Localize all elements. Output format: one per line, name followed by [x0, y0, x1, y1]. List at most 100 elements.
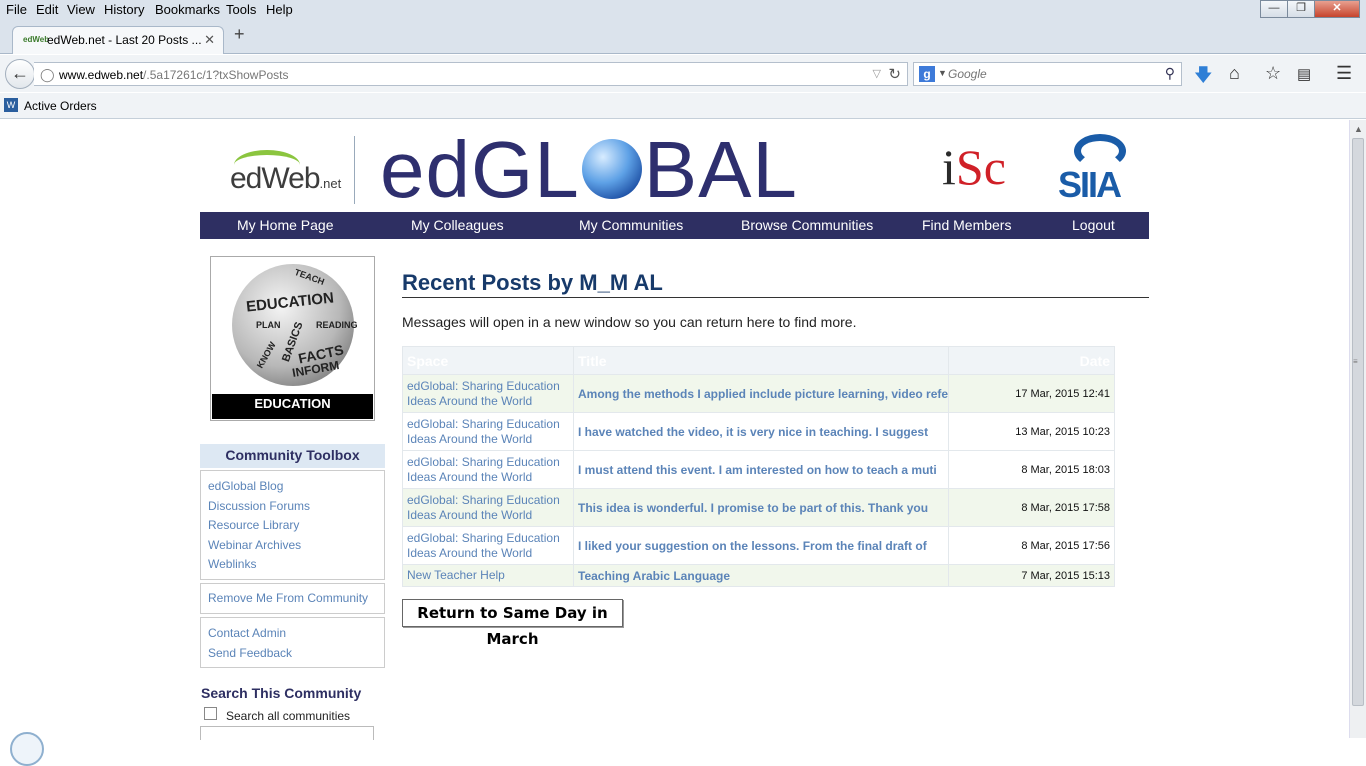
- nav-browse-communities[interactable]: Browse Communities: [741, 217, 873, 233]
- scrollbar-thumb[interactable]: [1352, 138, 1364, 706]
- back-arrow-icon[interactable]: ←: [5, 59, 35, 89]
- link-resource-library[interactable]: Resource Library: [208, 516, 384, 536]
- vertical-scrollbar[interactable]: ▲ ≡: [1349, 120, 1366, 738]
- link-weblinks[interactable]: Weblinks: [208, 555, 384, 575]
- post-date: 7 Mar, 2015 15:13: [948, 564, 1115, 587]
- column-header-title[interactable]: Title: [572, 346, 950, 375]
- page-note: Messages will open in a new window so yo…: [402, 314, 857, 330]
- table-header-row: Space Title Date: [402, 346, 1115, 375]
- search-all-label: Search all communities: [226, 709, 351, 723]
- post-title-link[interactable]: I have watched the video, it is very nic…: [572, 412, 950, 451]
- home-icon[interactable]: ⌂: [1229, 63, 1240, 84]
- siia-logo-text: SIIA: [1058, 164, 1122, 205]
- menu-bar: File Edit View History Bookmarks Tools H…: [0, 0, 1366, 22]
- menu-edit[interactable]: Edit: [36, 2, 58, 17]
- post-title-link[interactable]: This idea is wonderful. I promise to be …: [572, 488, 950, 527]
- post-space-link[interactable]: New Teacher Help: [402, 564, 574, 587]
- menu-bookmarks[interactable]: Bookmarks: [155, 2, 220, 17]
- reading-list-icon[interactable]: ▤: [1297, 65, 1311, 83]
- link-contact-admin[interactable]: Contact Admin: [208, 624, 384, 644]
- post-date: 17 Mar, 2015 12:41: [948, 374, 1115, 413]
- toolbox-contact: Contact Admin Send Feedback: [200, 617, 385, 668]
- siia-logo[interactable]: SIIA: [1058, 134, 1130, 205]
- bookmark-star-icon[interactable]: ☆: [1265, 63, 1281, 84]
- minimize-icon[interactable]: —: [1260, 0, 1288, 18]
- nav-logout[interactable]: Logout: [1072, 217, 1115, 233]
- search-community-title: Search This Community: [201, 685, 362, 701]
- toolbox-remove: Remove Me From Community: [200, 583, 385, 614]
- post-space-link[interactable]: edGlobal: Sharing Education Ideas Around…: [402, 526, 574, 565]
- post-title-link[interactable]: Teaching Arabic Language: [572, 564, 950, 587]
- post-date: 8 Mar, 2015 18:03: [948, 450, 1115, 489]
- posts-table: Space Title Date edGlobal: Sharing Educa…: [402, 346, 1115, 587]
- reload-icon[interactable]: ↻: [888, 65, 901, 83]
- link-remove-me[interactable]: Remove Me From Community: [208, 589, 384, 609]
- globe-icon: [581, 139, 642, 199]
- nav-find-members[interactable]: Find Members: [922, 217, 1011, 233]
- bookmarks-bar: W Active Orders: [0, 93, 1366, 119]
- link-discussion-forums[interactable]: Discussion Forums: [208, 497, 384, 517]
- link-webinar-archives[interactable]: Webinar Archives: [208, 536, 384, 556]
- post-space-link[interactable]: edGlobal: Sharing Education Ideas Around…: [402, 450, 574, 489]
- logo-divider: [354, 136, 355, 204]
- post-title-link[interactable]: Among the methods I applied include pict…: [572, 374, 950, 413]
- url-dropdown-icon[interactable]: ▽: [873, 67, 881, 80]
- nav-my-communities[interactable]: My Communities: [579, 217, 683, 233]
- table-row: edGlobal: Sharing Education Ideas Around…: [402, 488, 1115, 527]
- isc-logo-s: S: [955, 139, 984, 195]
- isc-logo-i: i: [942, 139, 956, 195]
- page-title: Recent Posts by M_M AL: [402, 270, 1149, 298]
- table-row: edGlobal: Sharing Education Ideas Around…: [402, 412, 1115, 451]
- hamburger-menu-icon[interactable]: ☰: [1336, 63, 1352, 84]
- profile-image-frame[interactable]: EDUCATION FACTS INFORM BASICS READING PL…: [210, 256, 375, 421]
- column-header-date[interactable]: Date: [948, 346, 1115, 375]
- browser-tab[interactable]: edWeb edWeb.net - Last 20 Posts ... ✕: [12, 26, 224, 54]
- menu-tools[interactable]: Tools: [226, 2, 256, 17]
- nav-my-home-page[interactable]: My Home Page: [237, 217, 333, 233]
- post-title-link[interactable]: I liked your suggestion on the lessons. …: [572, 526, 950, 565]
- return-to-same-day-button[interactable]: Return to Same Day in March: [402, 599, 623, 648]
- url-host: www.edweb.net: [59, 68, 144, 82]
- post-space-link[interactable]: edGlobal: Sharing Education Ideas Around…: [402, 488, 574, 527]
- help-chat-icon[interactable]: [10, 732, 44, 766]
- tab-title: edWeb.net - Last 20 Posts ...: [47, 33, 202, 47]
- scroll-up-arrow-icon[interactable]: ▲: [1354, 124, 1363, 134]
- column-header-space[interactable]: Space: [402, 346, 574, 375]
- menu-history[interactable]: History: [104, 2, 144, 17]
- isc-logo[interactable]: iSc: [942, 138, 1006, 196]
- bookmark-active-orders[interactable]: Active Orders: [24, 99, 97, 113]
- download-icon[interactable]: 🡇: [1194, 63, 1213, 93]
- main-nav: My Home Page My Colleagues My Communitie…: [200, 212, 1149, 239]
- edglobal-logo[interactable]: edGL BAL: [380, 130, 798, 210]
- link-edglobal-blog[interactable]: edGlobal Blog: [208, 477, 384, 497]
- search-all-checkbox[interactable]: [204, 707, 217, 720]
- nav-my-colleagues[interactable]: My Colleagues: [411, 217, 504, 233]
- post-space-link[interactable]: edGlobal: Sharing Education Ideas Around…: [402, 412, 574, 451]
- edglobal-logo-right: BAL: [643, 125, 798, 214]
- google-g-icon[interactable]: g: [919, 66, 935, 82]
- search-input[interactable]: [948, 65, 1158, 83]
- menu-help[interactable]: Help: [266, 2, 293, 17]
- globe-icon: ◯: [40, 67, 55, 82]
- scroll-grip-icon: ≡: [1353, 357, 1358, 366]
- edweb-favicon-icon: edWeb: [23, 35, 50, 44]
- url-bar[interactable]: ◯ www.edweb.net/.5a17261c/1?txShowPosts …: [34, 62, 908, 86]
- link-send-feedback[interactable]: Send Feedback: [208, 644, 384, 664]
- search-icon[interactable]: ⚲: [1165, 65, 1175, 82]
- search-bar[interactable]: g ▼ ⚲: [913, 62, 1182, 86]
- edglobal-logo-left: edGL: [380, 125, 580, 214]
- maximize-icon[interactable]: ❐: [1287, 0, 1315, 18]
- close-window-icon[interactable]: ✕: [1314, 0, 1360, 18]
- post-title-link[interactable]: I must attend this event. I am intereste…: [572, 450, 950, 489]
- search-engine-caret-icon[interactable]: ▼: [938, 68, 947, 78]
- close-tab-icon[interactable]: ✕: [204, 32, 215, 48]
- profile-caption: EDUCATION: [212, 394, 373, 419]
- menu-view[interactable]: View: [67, 2, 95, 17]
- profile-image: EDUCATION FACTS INFORM BASICS READING PL…: [212, 258, 373, 392]
- post-date: 8 Mar, 2015 17:56: [948, 526, 1115, 565]
- sphere-word: READING: [316, 320, 358, 330]
- menu-file[interactable]: File: [6, 2, 27, 17]
- new-tab-icon[interactable]: +: [234, 24, 245, 45]
- post-space-link[interactable]: edGlobal: Sharing Education Ideas Around…: [402, 374, 574, 413]
- url-path: /.5a17261c/1?txShowPosts: [143, 68, 289, 82]
